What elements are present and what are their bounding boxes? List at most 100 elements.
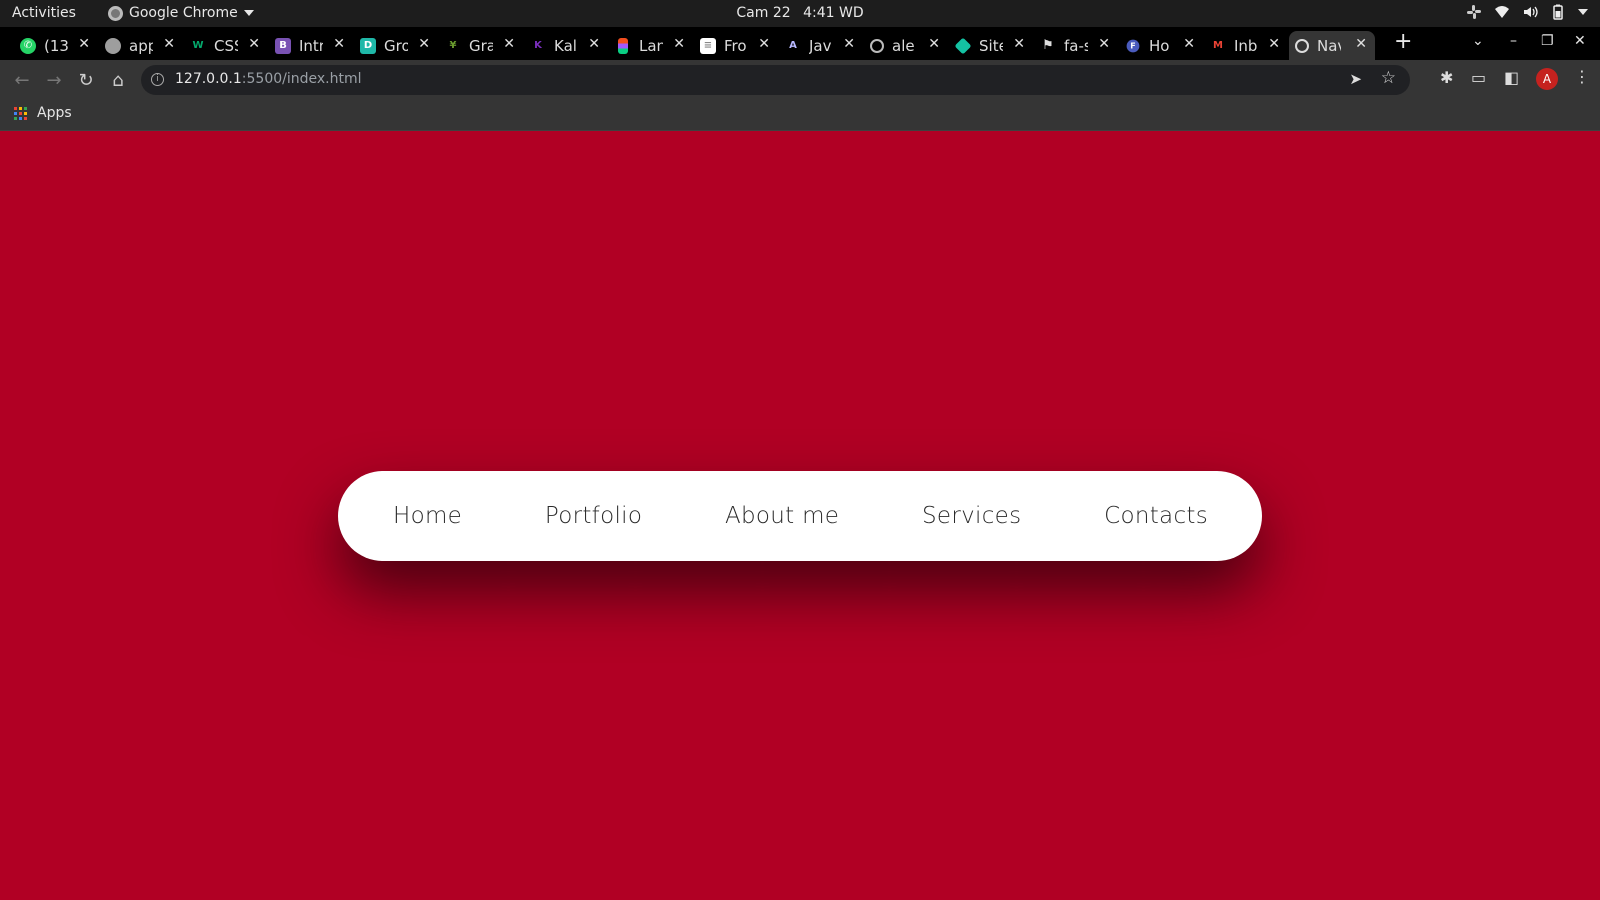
forward-icon[interactable]: → (43, 69, 65, 91)
tab-title: Gra (469, 36, 493, 55)
gmail-icon: M (1213, 40, 1223, 51)
menu-icon[interactable]: ⋮ (1574, 67, 1590, 86)
close-icon[interactable]: ✕ (503, 36, 515, 52)
close-icon[interactable]: ✕ (1268, 36, 1280, 52)
restore-icon[interactable]: ❐ (1541, 33, 1554, 49)
nav-link-contacts[interactable]: Contacts (1104, 503, 1208, 529)
close-icon[interactable]: ✕ (1183, 36, 1195, 52)
tab[interactable]: app ✕ (99, 31, 183, 60)
browser-toolbar: ← → ↻ ⌂ i 127.0.0.1:5500/index.html ➤ ☆ … (0, 60, 1600, 100)
battery-icon (1553, 4, 1563, 20)
tab-title: Site (979, 36, 1003, 55)
close-icon[interactable]: ✕ (1098, 36, 1110, 52)
close-icon[interactable]: ✕ (1355, 36, 1367, 52)
site-icon: D (360, 37, 376, 54)
system-status[interactable] (1466, 4, 1588, 20)
tab[interactable]: ⚑ fa-s ✕ (1034, 31, 1118, 60)
chevron-down-icon (1578, 9, 1588, 15)
tab[interactable]: ale ✕ (864, 31, 948, 60)
address-bar[interactable]: i 127.0.0.1:5500/index.html ➤ ☆ (141, 65, 1410, 95)
tab-title: Intr (299, 36, 323, 55)
cast-icon[interactable]: ▭ (1471, 68, 1486, 87)
url-text[interactable]: 127.0.0.1:5500/index.html (175, 71, 362, 87)
star-icon[interactable]: ☆ (1381, 68, 1396, 88)
nav-link-about[interactable]: About me (725, 503, 839, 529)
home-icon[interactable]: ⌂ (107, 69, 129, 91)
tab-title: ale (892, 36, 915, 55)
close-icon[interactable]: ✕ (78, 36, 90, 52)
bootstrap-icon: B (275, 37, 291, 54)
nav-link-portfolio[interactable]: Portfolio (545, 503, 642, 529)
minimize-icon[interactable]: – (1510, 33, 1517, 49)
volume-icon (1524, 6, 1538, 18)
figma-icon (618, 37, 628, 54)
close-icon[interactable]: ✕ (163, 36, 175, 52)
bookmarks-bar: Apps (0, 100, 1600, 131)
clock[interactable]: Cam 22 4:41 WD (0, 5, 1600, 21)
tab[interactable]: B Intr ✕ (269, 31, 353, 60)
tab[interactable]: Site ✕ (949, 31, 1033, 60)
close-icon[interactable]: ✕ (333, 36, 345, 52)
close-icon[interactable]: ✕ (248, 36, 260, 52)
tab[interactable]: D Gro ✕ (354, 31, 438, 60)
tab-title: Ho (1149, 36, 1170, 55)
nav-link-services[interactable]: Services (922, 503, 1021, 529)
tab[interactable]: M Inb ✕ (1204, 31, 1288, 60)
whatsapp-icon: ✆ (20, 37, 36, 54)
nav-bar: Home Portfolio About me Services Contact… (338, 471, 1262, 561)
github-icon (870, 38, 884, 53)
close-icon[interactable]: ✕ (588, 36, 600, 52)
avatar[interactable]: A (1536, 68, 1558, 90)
site-icon (105, 37, 121, 54)
tab[interactable]: K Kal ✕ (524, 31, 608, 60)
date: Cam 22 (736, 5, 791, 21)
info-icon[interactable]: i (151, 73, 164, 86)
tab[interactable]: ≡ Fro ✕ (694, 31, 778, 60)
tab[interactable]: ✆ (13 ✕ (14, 31, 98, 60)
globe-icon (1295, 38, 1309, 53)
tab-title: Fro (724, 36, 747, 55)
page-viewport: Home Portfolio About me Services Contact… (0, 131, 1600, 900)
window-close-icon[interactable]: ✕ (1574, 33, 1586, 49)
apps-label: Apps (37, 105, 72, 121)
tab-title: Nav (1317, 36, 1341, 55)
document-icon: ≡ (700, 37, 716, 54)
tab[interactable]: ¥ Gra ✕ (439, 31, 523, 60)
back-icon[interactable]: ← (11, 69, 33, 91)
extensions-icon[interactable]: ✱ (1440, 68, 1453, 87)
reload-icon[interactable]: ↻ (75, 69, 97, 91)
time: 4:41 WD (803, 5, 864, 21)
close-icon[interactable]: ✕ (928, 36, 940, 52)
tab[interactable]: W CSS ✕ (184, 31, 268, 60)
site-icon: F (1126, 39, 1140, 52)
tab-title: (13 (44, 36, 68, 55)
apps-bookmark[interactable]: Apps (14, 105, 72, 121)
url-path: :5500/index.html (241, 71, 362, 87)
close-icon[interactable]: ✕ (418, 36, 430, 52)
apps-grid-icon (14, 106, 27, 120)
tab[interactable]: F Ho ✕ (1119, 31, 1203, 60)
new-tab-button[interactable]: + (1394, 29, 1412, 54)
wifi-icon (1495, 6, 1509, 18)
tab-title: Inb (1234, 36, 1258, 55)
tab[interactable]: Lan ✕ (609, 31, 693, 60)
tab-title: Gro (384, 36, 408, 55)
tab-title: Kal (554, 36, 577, 55)
close-icon[interactable]: ✕ (673, 36, 685, 52)
tab-title: CSS (214, 36, 238, 55)
tab[interactable]: A Jav ✕ (779, 31, 863, 60)
tab-search-icon[interactable]: ⌄ (1472, 33, 1484, 49)
side-panel-icon[interactable]: ◧ (1504, 68, 1519, 87)
tab-title: fa-s (1064, 36, 1088, 55)
close-icon[interactable]: ✕ (758, 36, 770, 52)
tab-strip: ✆ (13 ✕ app ✕ W CSS ✕ B Intr ✕ D Gro ✕ ¥ Gra ✕ K Kal… (0, 27, 1600, 60)
slack-icon (1467, 5, 1481, 19)
close-icon[interactable]: ✕ (1013, 36, 1025, 52)
nav-link-home[interactable]: Home (393, 503, 462, 529)
tab-title: app (129, 36, 153, 55)
close-icon[interactable]: ✕ (843, 36, 855, 52)
os-top-bar: Activities Google Chrome Cam 22 4:41 WD (0, 0, 1600, 27)
javascript-icon: A (789, 40, 797, 51)
send-icon[interactable]: ➤ (1349, 70, 1362, 88)
tab-active[interactable]: Nav ✕ (1289, 31, 1375, 60)
